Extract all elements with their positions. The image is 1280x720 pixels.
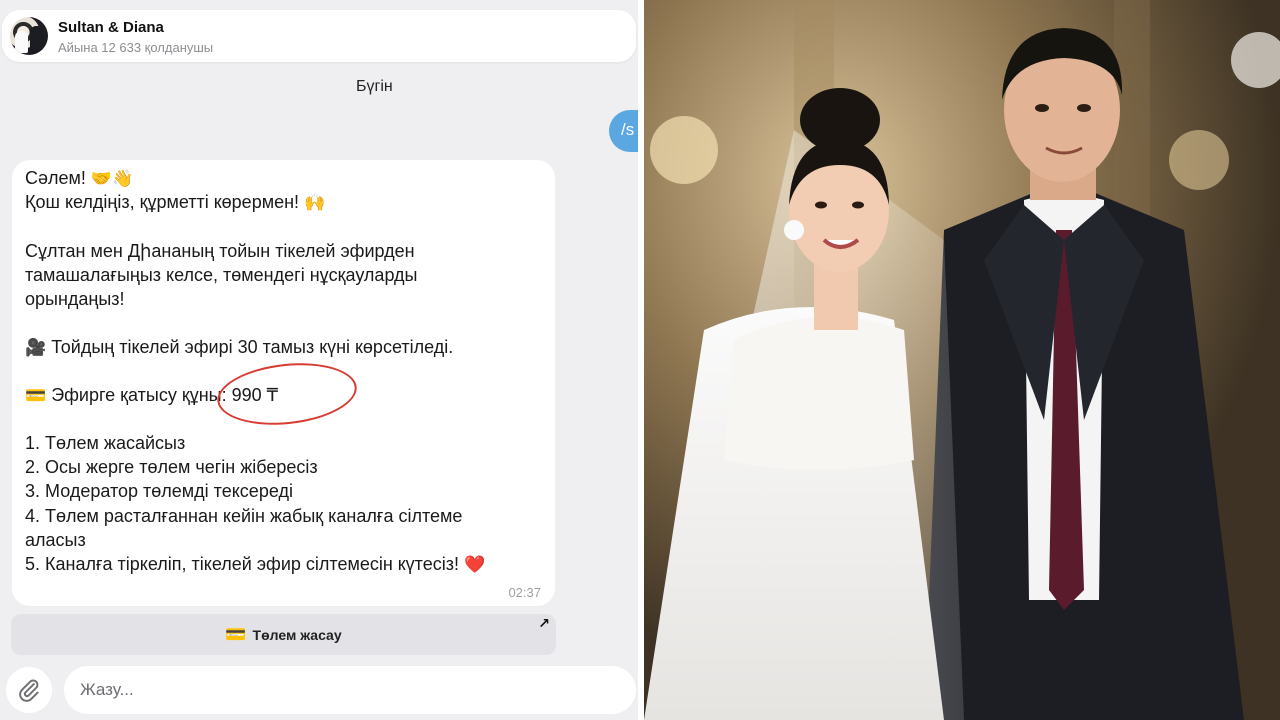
chat-header[interactable]: Sultan & Diana Айына 12 633 қолданушы — [2, 10, 636, 62]
bride-eye — [852, 201, 864, 209]
step-item: 1. Төлем жасайсыз — [25, 433, 186, 453]
channel-message[interactable]: Сәлем! 🤝👋 Қош келдіңіз, құрметті көрерме… — [12, 160, 555, 606]
sent-message-bubble[interactable]: /s — [609, 110, 640, 152]
video-camera-emoji: 🎥 — [25, 338, 47, 358]
handshake-wave-emoji: 🤝👋 — [90, 169, 134, 189]
sent-message-text: /s — [621, 120, 635, 139]
message-line: Сәлем! 🤝👋 — [25, 168, 134, 189]
subscriber-count: Айына 12 633 қолданушы — [58, 40, 214, 55]
message-input[interactable] — [64, 666, 636, 714]
step-item: 3. Модератор төлемді тексереді — [25, 481, 293, 501]
bride-bodice — [724, 317, 914, 470]
step-item: 4. Төлем расталғаннан кейін жабық каналғ… — [25, 506, 463, 526]
message-line: Қош келдіңіз, құрметті көрермен! 🙌 — [25, 192, 326, 213]
lamp-light — [1169, 130, 1229, 190]
step-item: 5. Каналға тіркеліп, тікелей эфир сілтем… — [25, 554, 486, 575]
chat-screen: Sultan & Diana Айына 12 633 қолданушы Бү… — [0, 0, 640, 720]
step-item: аласыз — [25, 530, 86, 550]
raised-hands-emoji: 🙌 — [304, 193, 326, 213]
lamp-light — [650, 116, 718, 184]
message-line: орындаңыз! — [25, 289, 125, 309]
channel-avatar[interactable] — [10, 17, 48, 55]
message-time: 02:37 — [508, 585, 541, 600]
credit-card-icon: 💳 — [225, 624, 247, 645]
channel-name: Sultan & Diana — [58, 19, 164, 36]
couple-illustration — [644, 0, 1280, 720]
message-line: 🎥 Тойдың тікелей эфирі 30 тамыз күні көр… — [25, 337, 454, 358]
attach-button[interactable] — [6, 667, 52, 713]
message-line: тамашалағыңыз келсе, төмендегі нұсқаулар… — [25, 265, 418, 285]
red-heart-emoji: ❤️ — [463, 555, 486, 575]
bride-eye — [815, 201, 827, 209]
bride-earring — [784, 220, 804, 240]
pay-button-label: Төлем жасау — [252, 626, 342, 643]
wedding-photo — [644, 0, 1280, 720]
paperclip-icon — [19, 679, 39, 702]
date-separator: Бүгін — [356, 78, 393, 95]
groom-eye — [1035, 104, 1049, 112]
step-item: 2. Осы жерге төлем чегін жібересіз — [25, 457, 318, 477]
groom-eye — [1077, 104, 1091, 112]
pay-button[interactable]: 💳 Төлем жасау ↗ — [11, 614, 556, 655]
price-highlight-circle — [214, 356, 360, 432]
message-line: Сұлтан мен Дիананың тойын тікелей эфирде… — [25, 241, 415, 261]
credit-card-emoji: 💳 — [25, 386, 47, 406]
arrow-up-right-icon: ↗ — [538, 616, 550, 632]
